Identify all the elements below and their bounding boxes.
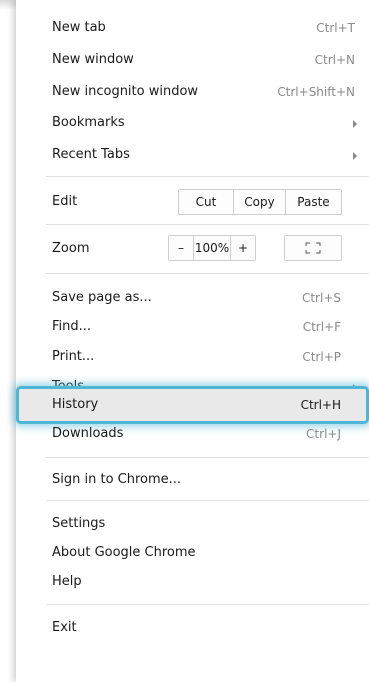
zoom-button-group: – 100% + <box>168 235 256 261</box>
fullscreen-icon <box>305 242 321 254</box>
about-label: About Google Chrome <box>52 545 196 560</box>
separator <box>46 457 369 458</box>
menu-item-sign-in[interactable]: Sign in to Chrome... <box>16 466 369 494</box>
exit-label: Exit <box>52 620 77 635</box>
menu-item-bookmarks[interactable]: Bookmarks <box>16 109 369 137</box>
menu-row-zoom: Zoom – 100% + <box>16 232 369 264</box>
menu-item-new-tab[interactable]: New tab Ctrl+T <box>16 14 369 42</box>
paste-button[interactable]: Paste <box>286 190 341 214</box>
print-shortcut: Ctrl+P <box>302 350 341 364</box>
new-window-label: New window <box>52 52 134 67</box>
menu-item-exit[interactable]: Exit <box>16 614 369 642</box>
separator <box>46 176 369 177</box>
zoom-label: Zoom <box>52 241 90 256</box>
submenu-arrow-icon <box>353 120 357 128</box>
menu-item-save-page[interactable]: Save page as... Ctrl+S <box>16 284 369 312</box>
copy-button[interactable]: Copy <box>234 190 286 214</box>
submenu-arrow-icon <box>353 152 357 160</box>
menu-row-edit: Edit Cut Copy Paste <box>16 186 369 216</box>
menu-item-find[interactable]: Find... Ctrl+F <box>16 313 369 341</box>
new-window-shortcut: Ctrl+N <box>314 53 355 67</box>
menu-item-about[interactable]: About Google Chrome <box>16 539 369 567</box>
edit-label: Edit <box>52 194 78 209</box>
history-shortcut: Ctrl+H <box>300 398 341 412</box>
history-label: History <box>52 397 99 412</box>
separator <box>46 500 369 501</box>
new-tab-label: New tab <box>52 20 106 35</box>
chrome-menu: New tab Ctrl+T New window Ctrl+N New inc… <box>16 0 369 682</box>
menu-item-settings[interactable]: Settings <box>16 510 369 538</box>
print-label: Print... <box>52 349 95 364</box>
menu-item-recent-tabs[interactable]: Recent Tabs <box>16 141 369 169</box>
new-incognito-label: New incognito window <box>52 84 199 99</box>
menu-item-help[interactable]: Help <box>16 568 369 596</box>
edit-button-group: Cut Copy Paste <box>178 189 342 215</box>
separator <box>46 224 369 225</box>
new-tab-shortcut: Ctrl+T <box>316 21 355 35</box>
separator <box>46 273 369 274</box>
save-page-label: Save page as... <box>52 290 152 305</box>
find-label: Find... <box>52 319 92 334</box>
sign-in-label: Sign in to Chrome... <box>52 472 182 487</box>
separator <box>46 604 369 605</box>
menu-item-history[interactable]: History Ctrl+H <box>16 391 369 419</box>
cut-button[interactable]: Cut <box>179 190 234 214</box>
settings-label: Settings <box>52 516 106 531</box>
save-page-shortcut: Ctrl+S <box>301 291 341 305</box>
zoom-out-button[interactable]: – <box>169 236 194 260</box>
recent-tabs-label: Recent Tabs <box>52 147 130 162</box>
menu-item-print[interactable]: Print... Ctrl+P <box>16 343 369 371</box>
fullscreen-button-wrap <box>284 235 342 261</box>
help-label: Help <box>52 574 82 589</box>
menu-item-downloads[interactable]: Downloads Ctrl+J <box>16 420 369 448</box>
fullscreen-button[interactable] <box>285 236 341 260</box>
menu-item-new-incognito-window[interactable]: New incognito window Ctrl+Shift+N <box>16 78 369 106</box>
downloads-label: Downloads <box>52 426 124 441</box>
new-incognito-shortcut: Ctrl+Shift+N <box>277 85 355 99</box>
find-shortcut: Ctrl+F <box>302 320 341 334</box>
bookmarks-label: Bookmarks <box>52 115 125 130</box>
downloads-shortcut: Ctrl+J <box>306 427 341 441</box>
zoom-in-button[interactable]: + <box>230 236 255 260</box>
menu-item-new-window[interactable]: New window Ctrl+N <box>16 46 369 74</box>
zoom-level-value: 100% <box>194 236 230 260</box>
